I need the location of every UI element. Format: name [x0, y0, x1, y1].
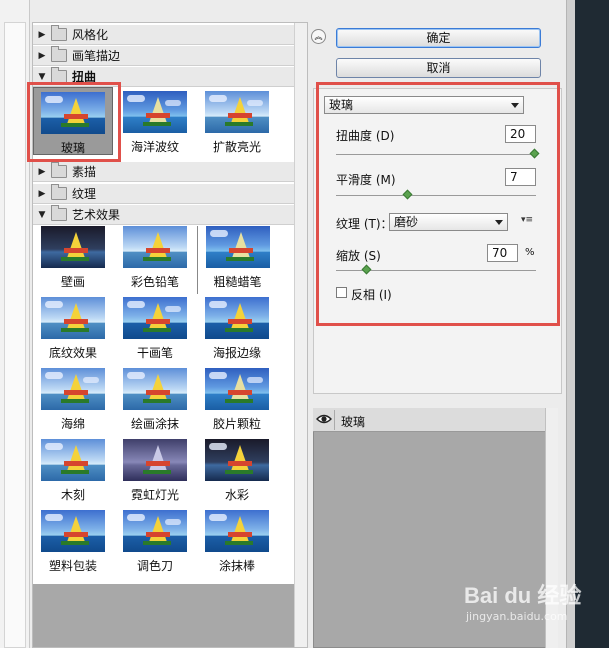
thumb-label: 绘画涂抹 — [130, 417, 179, 431]
colored-pencil-thumbnail — [123, 226, 187, 268]
folder-icon — [51, 162, 67, 178]
film-grain-thumbnail — [205, 368, 269, 410]
expand-arrow-icon[interactable]: ▶ — [33, 167, 51, 177]
thumb-label: 壁画 — [60, 275, 85, 289]
background-workspace — [575, 0, 609, 648]
folder-artistic[interactable]: ▼ 艺术效果 — [33, 205, 295, 225]
filter-thumb-watercolor[interactable]: 水彩 — [197, 439, 277, 507]
plastic-wrap-thumbnail — [41, 510, 105, 552]
filter-thumb-smudge-stick[interactable]: 涂抹棒 — [197, 510, 277, 578]
thumb-label: 海报边缘 — [212, 346, 261, 360]
left-edge-inner — [4, 22, 26, 648]
folder-texture[interactable]: ▶ 纹理 — [33, 184, 295, 204]
filter-thumb-fresco[interactable]: 壁画 — [33, 226, 113, 294]
fresco-thumbnail — [41, 226, 105, 268]
thumb-label: 海绵 — [60, 417, 85, 431]
expand-arrow-icon[interactable]: ▶ — [33, 189, 51, 199]
folder-label: 画笔描边 — [72, 49, 121, 63]
filter-thumb-rough-pastels[interactable]: 粗糙蜡笔 — [197, 226, 277, 294]
filter-thumb-dry-brush[interactable]: 干画笔 — [115, 297, 195, 365]
filter-thumb-palette-knife[interactable]: 调色刀 — [115, 510, 195, 578]
folder-label: 艺术效果 — [72, 208, 121, 222]
baidu-watermark: Bai du 经验 jingyan.baidu.com — [464, 578, 604, 638]
thumb-label: 木刻 — [60, 488, 85, 502]
folder-stylize[interactable]: ▶ 风格化 — [33, 25, 295, 45]
diffuse-glow-thumbnail — [205, 91, 269, 133]
folder-label: 风格化 — [72, 28, 109, 42]
expand-arrow-icon[interactable]: ▶ — [33, 51, 51, 61]
sponge-thumbnail — [41, 368, 105, 410]
folder-icon — [51, 184, 67, 200]
filter-thumb-ocean-ripple[interactable]: 海洋波纹 — [115, 87, 195, 155]
thumb-label: 粗糙蜡笔 — [213, 275, 262, 289]
expand-arrow-icon[interactable]: ▶ — [33, 30, 51, 40]
thumb-label: 彩色铅笔 — [130, 275, 179, 289]
filter-thumb-plastic-wrap[interactable]: 塑料包装 — [33, 510, 113, 578]
eye-icon[interactable] — [315, 410, 335, 430]
tree-scrollbar[interactable] — [294, 23, 307, 647]
folder-icon — [51, 205, 67, 221]
poster-edges-thumbnail — [205, 297, 269, 339]
collapse-arrow-icon[interactable]: ▼ — [33, 210, 51, 220]
thumb-label: 塑料包装 — [48, 559, 97, 573]
folder-brush-strokes[interactable]: ▶ 画笔描边 — [33, 46, 295, 66]
thumb-label: 霓虹灯光 — [130, 488, 179, 502]
filter-thumb-diffuse-glow[interactable]: 扩散亮光 — [197, 87, 277, 155]
folder-label: 素描 — [72, 165, 97, 179]
collapse-arrow-icon[interactable]: ▼ — [33, 72, 51, 82]
watermark-url: jingyan.baidu.com — [466, 610, 568, 623]
filter-thumb-neon-glow[interactable]: 霓虹灯光 — [115, 439, 195, 507]
thumb-label: 扩散亮光 — [212, 140, 261, 154]
folder-sketch[interactable]: ▶ 素描 — [33, 162, 295, 182]
filter-thumb-sponge[interactable]: 海绵 — [33, 368, 113, 436]
effect-layer-name: 玻璃 — [341, 415, 366, 429]
thumb-label: 水彩 — [224, 488, 249, 502]
smudge-stick-thumbnail — [205, 510, 269, 552]
folder-label: 纹理 — [72, 187, 97, 201]
highlight-box-glass — [27, 82, 121, 162]
collapse-toggle-icon[interactable]: ︽ — [311, 29, 326, 44]
cutout-thumbnail — [41, 439, 105, 481]
filter-thumb-paint-daubs[interactable]: 绘画涂抹 — [115, 368, 195, 436]
watercolor-thumbnail — [205, 439, 269, 481]
folder-icon — [51, 46, 67, 62]
watermark-brand: Bai du 经验 — [464, 583, 582, 608]
palette-knife-thumbnail — [123, 510, 187, 552]
highlight-box-settings — [316, 82, 560, 326]
thumb-label: 海洋波纹 — [130, 140, 179, 154]
filter-thumb-cutout[interactable]: 木刻 — [33, 439, 113, 507]
underpainting-thumbnail — [41, 297, 105, 339]
ocean-ripple-thumbnail — [123, 91, 187, 133]
ok-button[interactable]: 确定 — [336, 28, 541, 48]
filter-thumb-underpainting[interactable]: 底纹效果 — [33, 297, 113, 365]
folder-icon — [51, 25, 67, 41]
filter-thumb-film-grain[interactable]: 胶片颗粒 — [197, 368, 277, 436]
dialog-right-edge — [566, 0, 575, 648]
thumb-label: 底纹效果 — [48, 346, 97, 360]
paint-daubs-thumbnail — [123, 368, 187, 410]
cancel-button[interactable]: 取消 — [336, 58, 541, 78]
thumb-label: 调色刀 — [136, 559, 173, 573]
thumb-label: 干画笔 — [136, 346, 173, 360]
filter-thumb-colored-pencil[interactable]: 彩色铅笔 — [115, 226, 195, 294]
filter-thumb-poster-edges[interactable]: 海报边缘 — [197, 297, 277, 365]
rough-pastels-thumbnail — [205, 226, 270, 268]
tree-empty-area — [33, 584, 294, 647]
thumb-label: 涂抹棒 — [218, 559, 255, 573]
thumb-label: 胶片颗粒 — [212, 417, 261, 431]
neon-glow-thumbnail — [123, 439, 187, 481]
dry-brush-thumbnail — [123, 297, 187, 339]
